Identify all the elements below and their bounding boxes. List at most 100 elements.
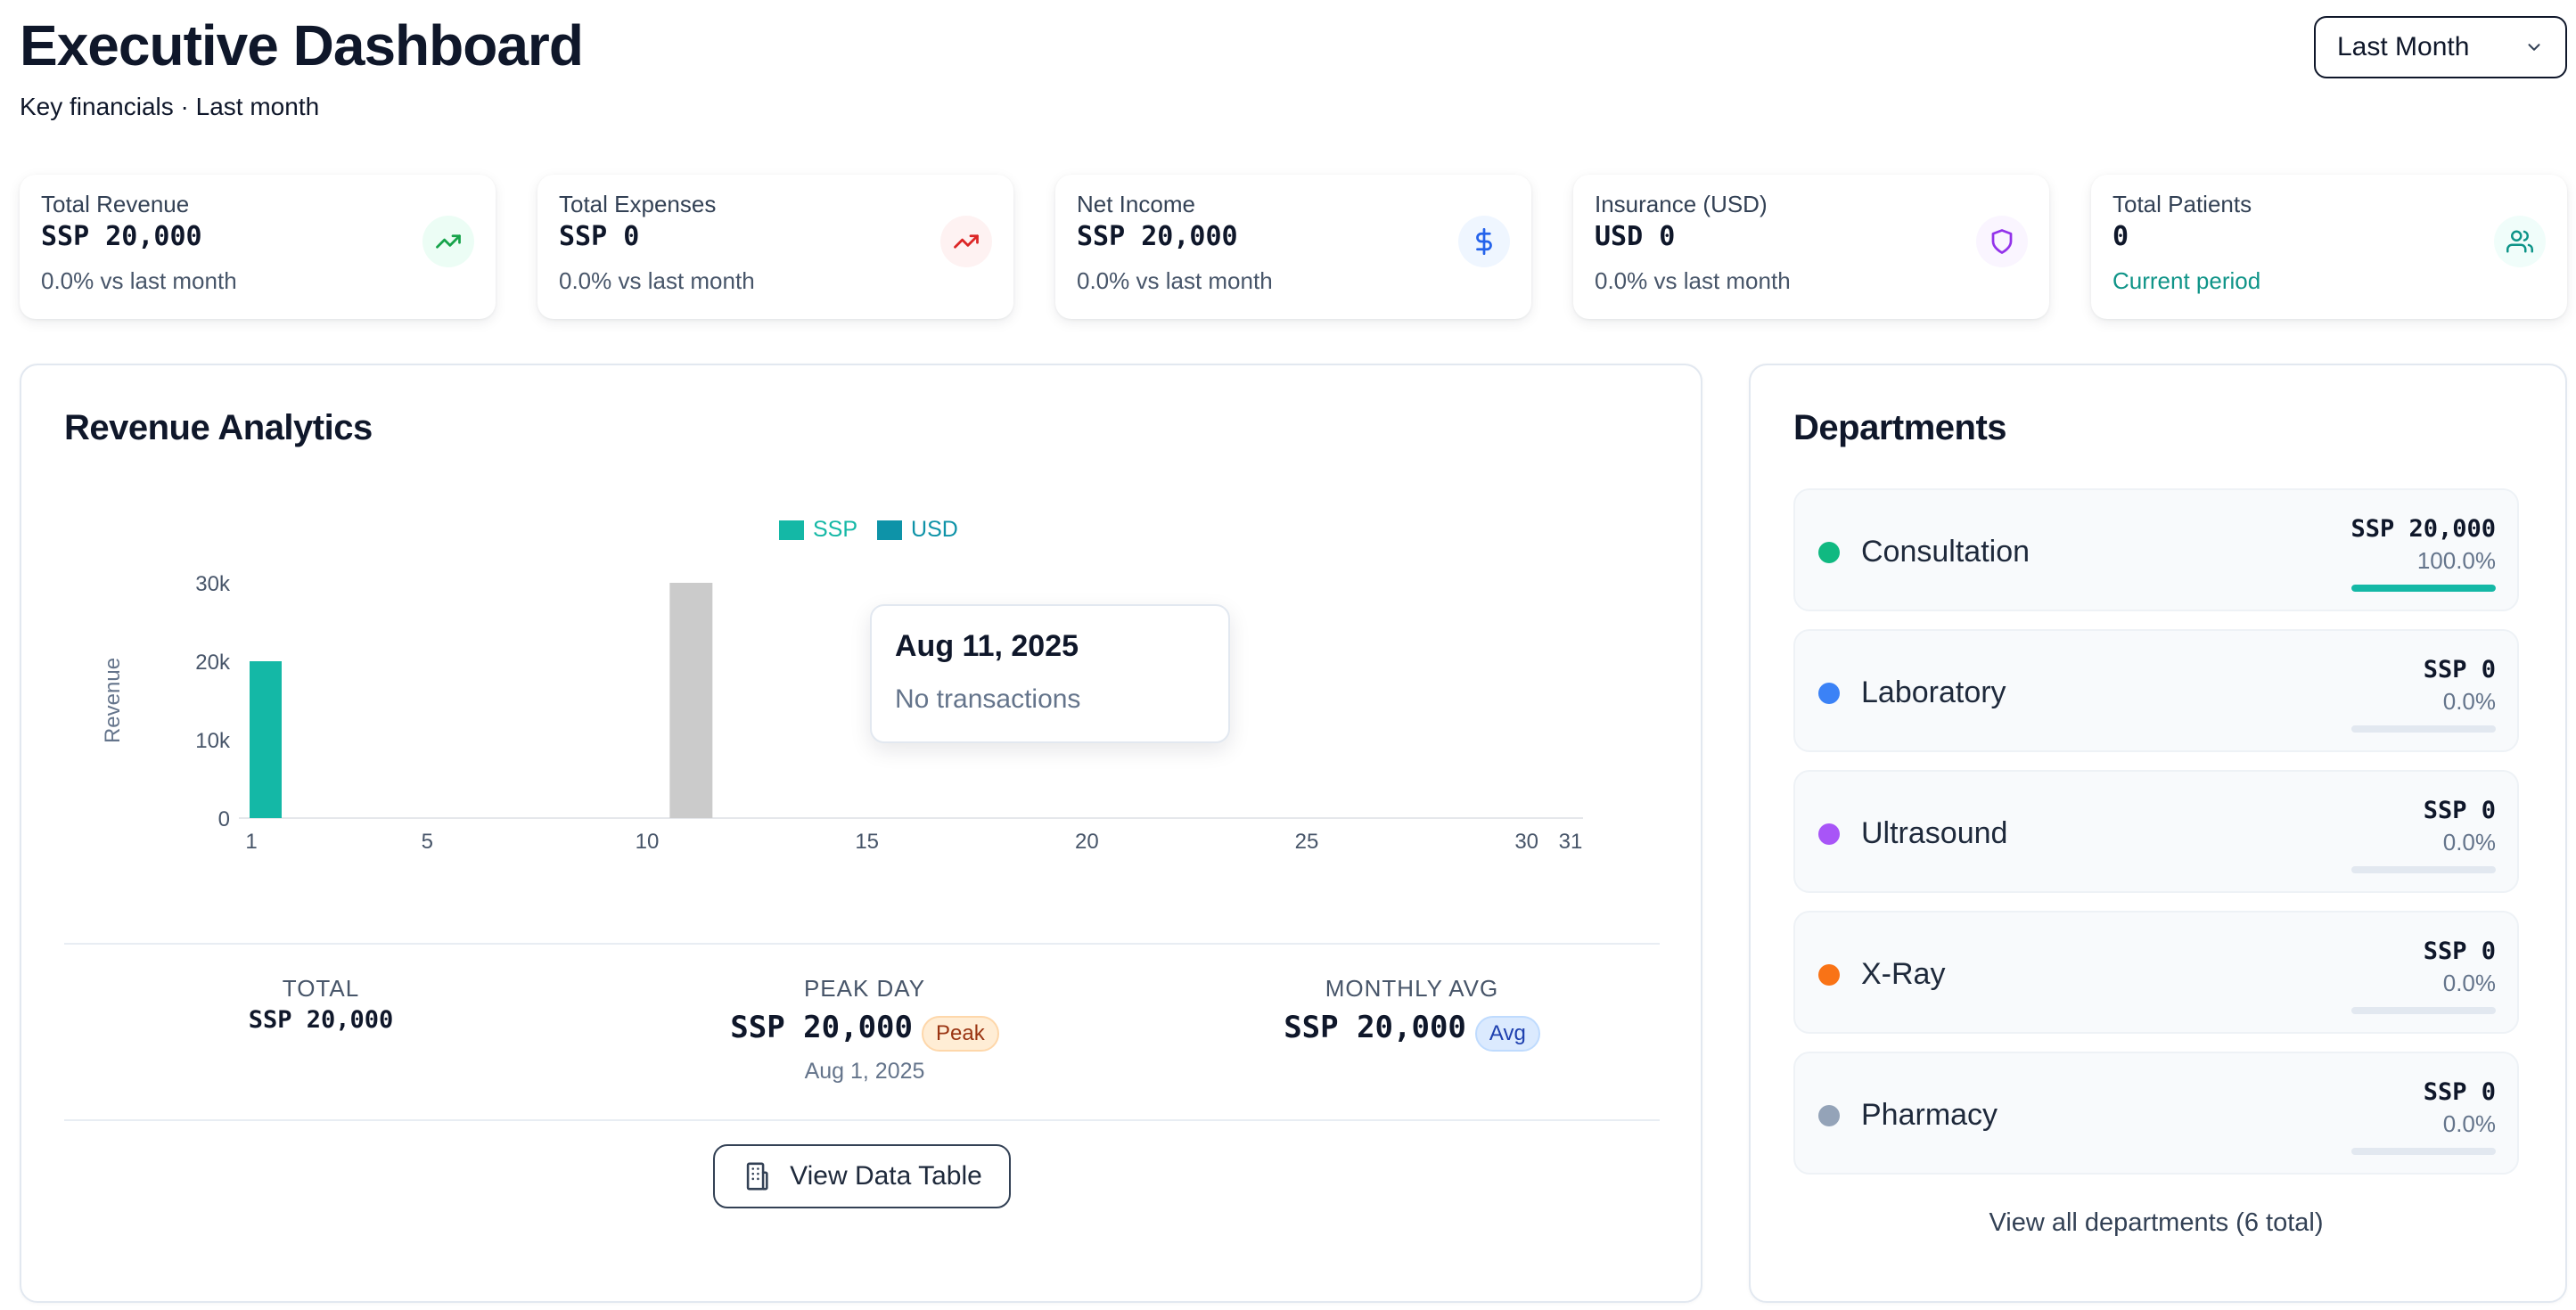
- x-tick-label: 30: [1514, 830, 1538, 854]
- kpi-value: SSP 0: [559, 221, 640, 252]
- department-amount: SSP 0: [2423, 937, 2496, 965]
- department-share-bar: [2351, 725, 2496, 733]
- view-data-table-button[interactable]: View Data Table: [713, 1144, 1011, 1208]
- view-data-table-label: View Data Table: [790, 1161, 982, 1191]
- period-select[interactable]: Last Month: [2314, 16, 2567, 78]
- x-tick-label: 1: [245, 830, 257, 854]
- stat-total-value: SSP 20,000: [248, 1006, 394, 1034]
- kpi-delta: 0.0% vs last month: [41, 267, 237, 294]
- view-all-departments-link[interactable]: View all departments (6 total): [1793, 1208, 2519, 1238]
- department-percent: 0.0%: [2442, 688, 2496, 715]
- kpi-delta: 0.0% vs last month: [1595, 267, 1791, 294]
- kpi-card-insurance-usd: Insurance (USD) USD 0 0.0% vs last month: [1573, 175, 2049, 319]
- dollar-icon: [1458, 216, 1510, 267]
- kpi-label: Net Income: [1077, 191, 1195, 217]
- revenue-chart: 010k20k30k1 5 10 15 20 25 30 31Revenue: [101, 572, 1583, 854]
- department-amount: SSP 0: [2423, 797, 2496, 824]
- hover-highlight-bar: [669, 583, 713, 818]
- x-tick-label: 31: [1559, 830, 1583, 854]
- department-share-bar: [2351, 866, 2496, 873]
- chart-tooltip: Aug 11, 2025 No transactions: [870, 604, 1230, 743]
- tooltip-date: Aug 11, 2025: [895, 629, 1079, 663]
- kpi-value: USD 0: [1595, 221, 1676, 252]
- kpi-card-net-income: Net Income SSP 20,000 0.0% vs last month: [1055, 175, 1531, 319]
- department-share-bar: [2351, 585, 2496, 592]
- stat-peak-value: SSP 20,000: [730, 1010, 913, 1045]
- department-share-fill: [2351, 585, 2496, 592]
- department-row-pharmacy[interactable]: Pharmacy SSP 0 0.0%: [1793, 1052, 2519, 1175]
- users-icon: [2494, 216, 2546, 267]
- kpi-value: SSP 20,000: [1077, 221, 1238, 252]
- revenue-analytics-title: Revenue Analytics: [64, 408, 373, 447]
- stat-peak-day: PEAK DAY SSP 20,000 Peak Aug 1, 2025: [677, 975, 1052, 1085]
- kpi-delta: 0.0% vs last month: [1077, 267, 1273, 294]
- department-name: Laboratory: [1861, 675, 2006, 709]
- period-select-value: Last Month: [2337, 32, 2470, 61]
- avg-badge: Avg: [1474, 1015, 1540, 1052]
- stat-peak-label: PEAK DAY: [803, 975, 926, 1002]
- department-row-consultation[interactable]: Consultation SSP 20,000 100.0%: [1793, 488, 2519, 611]
- kpi-label: Insurance (USD): [1595, 191, 1768, 217]
- department-dot: [1818, 683, 1840, 704]
- page-subtitle: Key financials · Last month: [20, 93, 320, 120]
- legend-item-ssp[interactable]: SSP: [779, 517, 857, 543]
- kpi-label: Total Patients: [2112, 191, 2252, 217]
- stat-total-label: TOTAL: [282, 975, 360, 1002]
- kpi-card-total-revenue: Total Revenue SSP 20,000 0.0% vs last mo…: [20, 175, 496, 319]
- kpi-card-total-expenses: Total Expenses SSP 0 0.0% vs last month: [537, 175, 1013, 319]
- department-name: Ultrasound: [1861, 816, 2008, 850]
- peak-badge: Peak: [922, 1015, 999, 1052]
- legend-label-ssp: SSP: [813, 517, 858, 542]
- legend-item-usd[interactable]: USD: [877, 517, 958, 543]
- department-share-bar: [2351, 1148, 2496, 1155]
- department-share-bar: [2351, 1007, 2496, 1014]
- department-percent: 0.0%: [2442, 1110, 2496, 1137]
- department-name: Pharmacy: [1861, 1098, 1998, 1132]
- department-dot: [1818, 1105, 1840, 1126]
- department-row-x-ray[interactable]: X-Ray SSP 0 0.0%: [1793, 911, 2519, 1034]
- trending-up-icon: [422, 216, 474, 267]
- department-dot: [1818, 964, 1840, 986]
- chart-legend: SSP USD: [779, 517, 958, 543]
- department-row-ultrasound[interactable]: Ultrasound SSP 0 0.0%: [1793, 770, 2519, 893]
- stat-peak-date: Aug 1, 2025: [804, 1058, 925, 1084]
- page-title: Executive Dashboard: [20, 13, 584, 78]
- department-percent: 0.0%: [2442, 970, 2496, 996]
- bar-ssp-day-1: [250, 661, 282, 818]
- divider: [64, 1119, 1660, 1121]
- department-row-laboratory[interactable]: Laboratory SSP 0 0.0%: [1793, 629, 2519, 752]
- y-tick-label: 30k: [195, 572, 231, 596]
- legend-swatch-usd: [877, 520, 903, 540]
- department-percent: 100.0%: [2416, 547, 2496, 574]
- stat-avg-value: SSP 20,000: [1284, 1010, 1466, 1045]
- x-tick-label: 5: [422, 830, 433, 854]
- trending-up-icon: [940, 216, 992, 267]
- x-tick-label: 10: [636, 830, 660, 854]
- kpi-delta: Current period: [2112, 267, 2261, 294]
- kpi-label: Total Revenue: [41, 191, 190, 217]
- stat-monthly-avg: MONTHLY AVG SSP 20,000 Avg: [1225, 975, 1599, 1052]
- department-name: Consultation: [1861, 535, 2030, 569]
- department-dot: [1818, 542, 1840, 563]
- department-amount: SSP 0: [2423, 656, 2496, 684]
- building-icon: [746, 1162, 768, 1191]
- department-amount: SSP 0: [2423, 1078, 2496, 1106]
- x-tick-label: 20: [1075, 830, 1099, 854]
- y-tick-label: 20k: [195, 651, 231, 675]
- department-percent: 0.0%: [2442, 829, 2496, 856]
- kpi-card-total-patients: Total Patients 0 Current period: [2091, 175, 2567, 319]
- x-tick-label: 15: [855, 830, 879, 854]
- x-tick-label: 25: [1295, 830, 1319, 854]
- department-name: X-Ray: [1861, 957, 1946, 991]
- legend-label-usd: USD: [911, 517, 958, 542]
- divider: [64, 943, 1660, 945]
- departments-title: Departments: [1793, 408, 2007, 447]
- kpi-delta: 0.0% vs last month: [559, 267, 755, 294]
- y-tick-label: 0: [218, 807, 230, 831]
- kpi-value: SSP 20,000: [41, 221, 202, 252]
- department-amount: SSP 20,000: [2350, 515, 2496, 543]
- stat-total: TOTAL SSP 20,000: [178, 975, 464, 1034]
- y-axis-label: Revenue: [101, 658, 125, 743]
- y-tick-label: 10k: [195, 729, 231, 753]
- kpi-value: 0: [2112, 221, 2129, 252]
